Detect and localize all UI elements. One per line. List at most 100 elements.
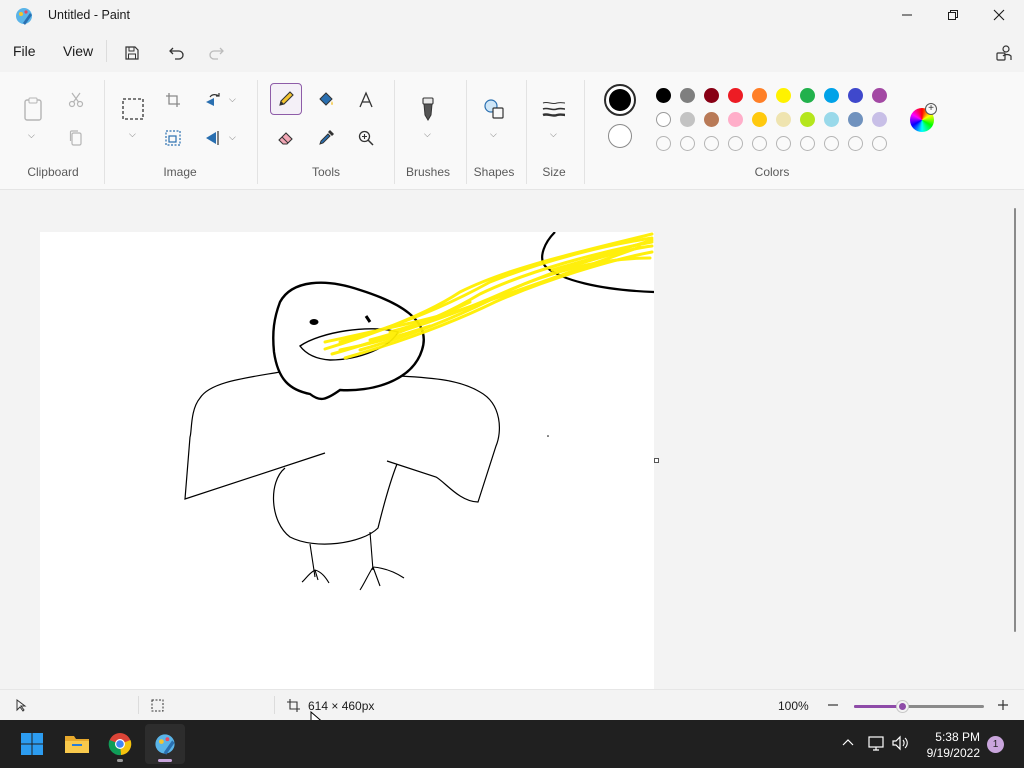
rotate-chevron-icon[interactable]: ⌵	[229, 94, 236, 105]
fill-button[interactable]	[311, 85, 341, 115]
cut-button[interactable]	[61, 85, 91, 115]
zoom-out-icon[interactable]	[827, 699, 839, 711]
palette-color-swatch[interactable]	[872, 112, 887, 127]
pencil-icon	[279, 91, 294, 106]
palette-color-swatch[interactable]	[728, 112, 743, 127]
notification-badge[interactable]: 1	[987, 736, 1004, 753]
palette-color-swatch[interactable]	[752, 112, 767, 127]
pencil-button[interactable]	[270, 83, 302, 115]
zoom-slider-fill	[854, 705, 904, 708]
secondary-color-button[interactable]	[608, 124, 632, 148]
paste-chevron-icon[interactable]: ⌵	[28, 130, 35, 141]
selection-size-icon	[151, 699, 164, 712]
size-chevron-icon[interactable]: ⌵	[550, 129, 557, 140]
palette-color-swatch[interactable]	[776, 112, 791, 127]
shapes-button[interactable]	[479, 94, 509, 124]
taskbar-file-explorer[interactable]	[57, 724, 97, 764]
vertical-scrollbar[interactable]	[1014, 208, 1016, 632]
select-button[interactable]	[118, 94, 148, 124]
clipboard-label: Clipboard	[27, 165, 79, 179]
undo-button[interactable]	[166, 42, 188, 64]
rotate-button[interactable]	[198, 85, 228, 115]
zoom-slider[interactable]	[854, 701, 984, 712]
select-chevron-icon[interactable]: ⌵	[129, 129, 136, 140]
view-menu[interactable]: View	[63, 43, 93, 59]
palette-color-swatch[interactable]	[680, 112, 695, 127]
scissors-icon	[68, 92, 84, 108]
canvas-size-icon	[287, 699, 300, 712]
restore-button[interactable]	[930, 0, 976, 30]
edit-colors-button[interactable]: +	[910, 103, 937, 132]
palette-color-swatch[interactable]	[824, 112, 839, 127]
palette-color-swatch[interactable]	[656, 112, 671, 127]
shapes-chevron-icon[interactable]: ⌵	[490, 129, 497, 140]
custom-color-slot[interactable]	[704, 136, 719, 151]
palette-color-swatch[interactable]	[704, 88, 719, 103]
palette-color-swatch[interactable]	[728, 88, 743, 103]
rotate-icon	[206, 93, 220, 106]
drawing-canvas[interactable]	[40, 232, 654, 689]
flip-button[interactable]	[198, 123, 228, 153]
canvas-workspace[interactable]	[0, 191, 1024, 689]
minimize-icon	[902, 14, 912, 16]
redo-button[interactable]	[205, 42, 227, 64]
colors-label: Colors	[754, 165, 790, 179]
palette-color-swatch[interactable]	[800, 112, 815, 127]
canvas-resize-handle[interactable]	[654, 458, 659, 463]
file-menu[interactable]: File	[13, 43, 36, 59]
palette-color-swatch[interactable]	[752, 88, 767, 103]
chevron-up-icon[interactable]	[841, 736, 855, 750]
size-button[interactable]	[539, 94, 569, 124]
palette-color-swatch[interactable]	[680, 88, 695, 103]
custom-color-slot[interactable]	[848, 136, 863, 151]
start-button[interactable]	[12, 724, 52, 764]
flip-chevron-icon[interactable]: ⌵	[229, 132, 236, 143]
custom-color-slot[interactable]	[728, 136, 743, 151]
people-icon	[996, 45, 1012, 61]
zoom-in-icon[interactable]	[997, 699, 1009, 711]
copy-button[interactable]	[61, 123, 91, 153]
palette-color-swatch[interactable]	[656, 88, 671, 103]
share-button[interactable]	[993, 42, 1015, 64]
primary-color-button[interactable]	[604, 84, 636, 116]
close-button[interactable]	[976, 0, 1022, 30]
brushes-chevron-icon[interactable]: ⌵	[424, 129, 431, 140]
resize-icon	[165, 130, 181, 146]
custom-color-slot[interactable]	[752, 136, 767, 151]
ribbon-divider	[394, 80, 395, 184]
taskbar-chrome[interactable]	[100, 724, 140, 764]
eraser-icon	[278, 132, 293, 145]
text-button[interactable]	[351, 85, 381, 115]
minimize-button[interactable]	[884, 0, 930, 30]
custom-color-slot[interactable]	[824, 136, 839, 151]
ribbon-divider	[584, 80, 585, 184]
custom-color-slot[interactable]	[656, 136, 671, 151]
magnifier-button[interactable]	[351, 123, 381, 153]
ribbon-divider	[104, 80, 105, 184]
taskbar-paint[interactable]	[145, 724, 185, 764]
brushes-button[interactable]	[413, 94, 443, 124]
crop-button[interactable]	[158, 85, 188, 115]
palette-color-swatch[interactable]	[704, 112, 719, 127]
save-button[interactable]	[121, 42, 143, 64]
custom-color-slot[interactable]	[872, 136, 887, 151]
palette-color-swatch[interactable]	[848, 112, 863, 127]
custom-color-slot[interactable]	[800, 136, 815, 151]
palette-color-swatch[interactable]	[824, 88, 839, 103]
network-icon[interactable]	[867, 734, 885, 752]
custom-color-slot[interactable]	[680, 136, 695, 151]
palette-color-swatch[interactable]	[848, 88, 863, 103]
palette-color-swatch[interactable]	[776, 88, 791, 103]
image-label: Image	[163, 165, 197, 179]
palette-color-swatch[interactable]	[872, 88, 887, 103]
tools-label: Tools	[311, 165, 340, 179]
eraser-button[interactable]	[271, 123, 301, 153]
zoom-slider-thumb[interactable]	[897, 701, 909, 712]
paste-button[interactable]	[18, 94, 48, 124]
ribbon-divider	[257, 80, 258, 184]
taskbar-clock[interactable]: 5:38 PM 9/19/2022	[904, 729, 980, 761]
color-picker-button[interactable]	[311, 123, 341, 153]
resize-button[interactable]	[158, 123, 188, 153]
palette-color-swatch[interactable]	[800, 88, 815, 103]
custom-color-slot[interactable]	[776, 136, 791, 151]
